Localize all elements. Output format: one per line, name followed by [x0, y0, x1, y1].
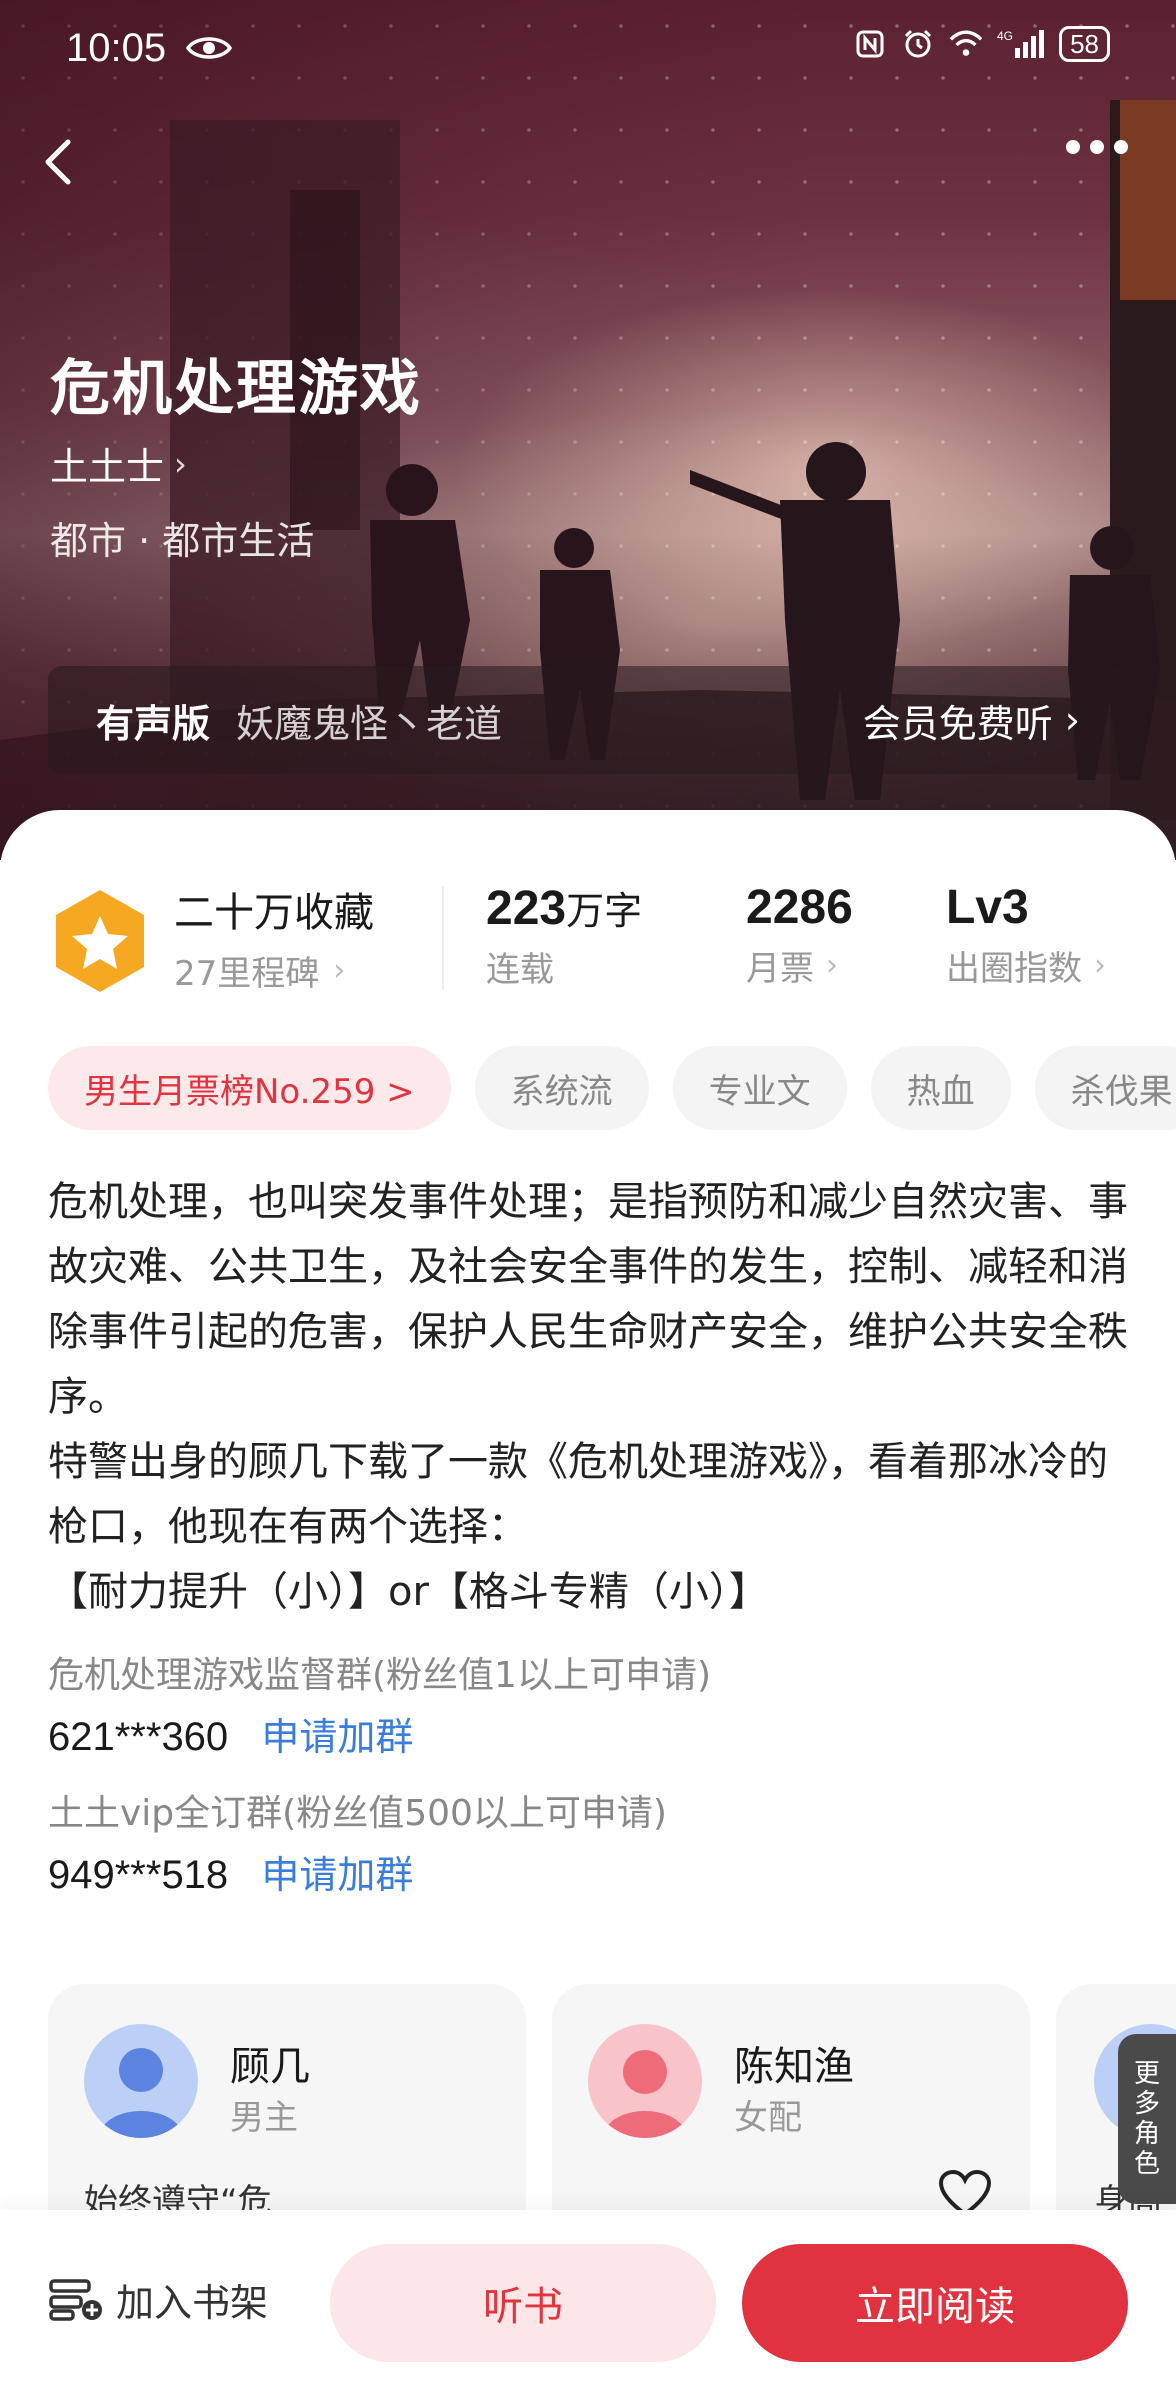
join-group-link[interactable]: 申请加群 — [261, 1853, 413, 1897]
monthly-tickets-stat[interactable]: 2286 月票 › — [746, 880, 853, 990]
audio-version-label: 有声版 — [96, 701, 211, 746]
tag-chip[interactable]: 系统流 — [474, 1046, 649, 1130]
monthly-tickets-label: 月票 — [746, 949, 814, 989]
nfc-icon — [853, 27, 887, 61]
favorites-count: 二十万收藏 — [174, 890, 374, 936]
group-title: 危机处理游戏监督群(粉丝值1以上可申请) — [48, 1655, 711, 1696]
divider — [442, 886, 444, 990]
word-count-unit: 万字 — [566, 891, 643, 933]
influence-level: Lv3 — [946, 881, 1029, 934]
character-carousel: 顾几 男主 始终遵守“危 陈知渔 女配 身高 更多角色 — [0, 1984, 1176, 2244]
word-count-number: 223 — [486, 882, 567, 935]
bottom-action-bar: 加入书架 听书 立即阅读 — [0, 2210, 1176, 2400]
group-number: 949***518 — [48, 1853, 229, 1897]
chevron-right-icon: › — [174, 444, 187, 483]
avatar — [84, 2024, 198, 2138]
favorites-stat[interactable]: 二十万收藏 27里程碑 › — [174, 880, 374, 995]
member-free-listen[interactable]: 会员免费听 › — [863, 693, 1080, 748]
milestones-label: 27里程碑 — [174, 954, 320, 994]
tag-chip[interactable]: 热血 — [870, 1046, 1011, 1130]
more-dot-icon — [1090, 140, 1104, 154]
chevron-right-icon: › — [1064, 698, 1080, 742]
influence-label: 出圈指数 — [946, 949, 1082, 989]
character-card[interactable]: 陈知渔 女配 — [552, 1984, 1030, 2244]
signal-icon: 4G — [997, 27, 1045, 61]
chevron-left-icon — [45, 139, 71, 185]
wifi-icon — [949, 27, 983, 61]
fan-group: 土土vip全订群(粉丝值500以上可申请) 949***518 申请加群 — [48, 1784, 667, 1899]
author-name: 土土士 — [50, 445, 165, 489]
genre-text: 都市 · 都市生活 — [50, 519, 315, 563]
more-characters-button[interactable]: 更多角色 — [1118, 2034, 1176, 2204]
battery-indicator: 58 — [1059, 26, 1110, 62]
rank-tag[interactable]: 男生月票榜No.259 > — [48, 1046, 451, 1130]
stats-row: 二十万收藏 27里程碑 › 223万字 连载 2286 月票 › Lv3 出圈指数 › — [0, 870, 1176, 1000]
fan-group: 危机处理游戏监督群(粉丝值1以上可申请) 621***360 申请加群 — [48, 1646, 711, 1761]
chevron-right-icon: › — [333, 953, 346, 988]
eye-icon — [186, 37, 232, 59]
member-free-listen-label: 会员免费听 — [862, 701, 1053, 746]
read-now-button[interactable]: 立即阅读 — [742, 2244, 1128, 2362]
chevron-right-icon: › — [1094, 948, 1106, 983]
monthly-tickets-count: 2286 — [746, 881, 853, 934]
bookshelf-add-icon — [49, 2278, 102, 2321]
word-count-stat: 223万字 连载 — [486, 880, 642, 991]
svg-text:4G: 4G — [997, 29, 1013, 43]
author-link[interactable]: 土土士 › — [50, 436, 187, 491]
book-title: 危机处理游戏 — [50, 354, 422, 424]
description-paragraph: 【耐力提升（小）】or【格斗专精（小）】 — [48, 1569, 769, 1615]
alarm-icon — [901, 27, 935, 61]
back-button[interactable] — [30, 132, 90, 192]
description-paragraph: 危机处理，也叫突发事件处理；是指预防和减少自然灾害、事故灾难、公共卫生，及社会安… — [48, 1179, 1128, 1420]
more-dot-icon — [1066, 140, 1080, 154]
add-to-shelf-button[interactable]: 加入书架 — [48, 2272, 268, 2327]
star-medal-icon — [56, 890, 144, 992]
description-paragraph: 特警出身的顾几下载了一款《危机处理游戏》，看着那冰冷的枪口，他现在有两个选择： — [48, 1439, 1108, 1550]
tag-chip[interactable]: 杀伐果 — [1034, 1046, 1176, 1130]
status-bar: 10:05 4G 58 — [0, 0, 1176, 96]
avatar — [588, 2024, 702, 2138]
audiobook-bar[interactable]: 有声版 妖魔鬼怪丶老道 会员免费听 › — [48, 666, 1128, 774]
book-detail-card: 二十万收藏 27里程碑 › 223万字 连载 2286 月票 › Lv3 出圈指数 ›… — [0, 810, 1176, 2400]
serial-status: 连载 — [486, 950, 554, 990]
character-role: 男主 — [230, 2098, 298, 2138]
join-group-link[interactable]: 申请加群 — [261, 1715, 413, 1759]
more-dot-icon — [1114, 140, 1128, 154]
group-number: 621***360 — [48, 1715, 229, 1759]
book-description: 危机处理，也叫突发事件处理；是指预防和减少自然灾害、事故灾难、公共卫生，及社会安… — [48, 1170, 1138, 1625]
more-options-button[interactable] — [1066, 140, 1146, 154]
group-title: 土土vip全订群(粉丝值500以上可申请) — [48, 1793, 667, 1834]
character-name: 陈知渔 — [734, 2044, 854, 2090]
character-card[interactable]: 顾几 男主 始终遵守“危 — [48, 1984, 526, 2244]
character-name: 顾几 — [230, 2044, 310, 2090]
influence-stat[interactable]: Lv3 出圈指数 › — [946, 880, 1106, 990]
status-time: 10:05 — [66, 26, 167, 70]
listen-button[interactable]: 听书 — [330, 2244, 716, 2362]
chevron-right-icon: › — [826, 948, 838, 983]
tag-row: 男生月票榜No.259 > 系统流 专业文 热血 杀伐果 — [48, 1046, 1176, 1130]
character-role: 女配 — [734, 2098, 802, 2138]
narrator-names: 妖魔鬼怪丶老道 — [236, 701, 503, 746]
tag-chip[interactable]: 专业文 — [672, 1046, 847, 1130]
add-to-shelf-label: 加入书架 — [116, 2281, 269, 2325]
